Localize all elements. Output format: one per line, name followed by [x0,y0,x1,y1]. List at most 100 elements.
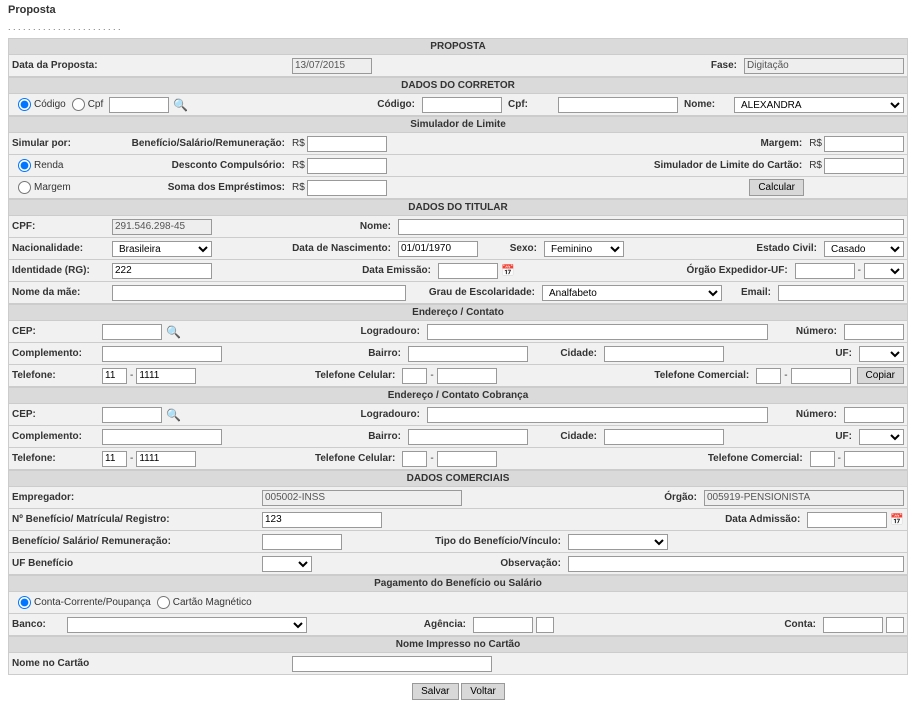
radio-conta[interactable] [18,596,31,609]
input-soma[interactable] [307,180,387,196]
label-email: Email: [725,286,775,299]
label-cep-cob: CEP: [9,408,99,421]
input-margem[interactable] [824,136,904,152]
input-nascimento[interactable] [398,241,478,257]
input-telcel-num-cob[interactable] [437,451,497,467]
input-telcom-ddd[interactable] [756,368,781,384]
input-beneficio-num[interactable] [262,512,382,528]
input-email[interactable] [778,285,904,301]
input-agencia-dv[interactable] [536,617,554,633]
input-logradouro[interactable] [427,324,768,340]
radio-codigo[interactable] [18,98,31,111]
input-logradouro-cob[interactable] [427,407,768,423]
label-empregador: Empregador: [9,491,259,504]
search-icon[interactable]: 🔍 [166,325,181,339]
breadcrumb: . . . . . . . . . . . . . . . . . . . . … [0,20,917,38]
input-conta[interactable] [823,617,883,633]
select-banco[interactable] [67,617,307,633]
input-bairro-cob[interactable] [408,429,528,445]
input-cep-cob[interactable] [102,407,162,423]
label-orgao-exp: Órgão Expedidor-UF: [518,264,792,277]
radio-renda[interactable] [18,159,31,172]
input-remun[interactable] [262,534,342,550]
label-obs: Observação: [315,557,565,570]
search-icon[interactable]: 🔍 [173,98,188,112]
input-codigo[interactable] [422,97,502,113]
input-tel-num-cob[interactable] [136,451,196,467]
prefix-rs: R$ [809,160,822,171]
label-ufben: UF Benefício [9,557,259,570]
label-telefone: Telefone: [9,369,99,382]
input-nome-titular[interactable] [398,219,904,235]
select-tipo[interactable] [568,534,668,550]
copiar-button[interactable]: Copiar [857,367,904,384]
prefix-rs: R$ [292,182,305,193]
calcular-button[interactable]: Calcular [749,179,804,196]
label-estadocivil: Estado Civil: [627,242,821,255]
input-tel-ddd-cob[interactable] [102,451,127,467]
input-beneficio-sim[interactable] [307,136,387,152]
calendar-icon[interactable]: 📅 [890,513,904,526]
section-comerciais: DADOS COMERCIAIS [8,470,908,487]
input-admissao[interactable] [807,512,887,528]
input-bairro[interactable] [408,346,528,362]
input-corretor-busca[interactable] [109,97,169,113]
search-icon[interactable]: 🔍 [166,408,181,422]
label-telcom: Telefone Comercial: [500,369,754,382]
input-orgao-exp[interactable] [795,263,855,279]
input-nome-cartao[interactable] [292,656,492,672]
label-mae: Nome da mãe: [9,286,109,299]
select-nome-corretor[interactable]: ALEXANDRA [734,97,904,113]
input-cep[interactable] [102,324,162,340]
input-telcel-ddd[interactable] [402,368,427,384]
prefix-rs: R$ [292,160,305,171]
input-telcom-ddd-cob[interactable] [810,451,835,467]
input-orgao-com [704,490,904,506]
label-radio-codigo: Código [34,99,66,110]
input-cidade[interactable] [604,346,724,362]
input-cidade-cob[interactable] [604,429,724,445]
voltar-button[interactable]: Voltar [461,683,505,700]
select-ufben[interactable] [262,556,312,572]
select-uf-cob[interactable] [859,429,904,445]
radio-cpf[interactable] [72,98,85,111]
select-nacionalidade[interactable]: Brasileira [112,241,212,257]
label-desconto: Desconto Compulsório: [109,159,289,172]
input-numero-cob[interactable] [844,407,904,423]
input-desconto[interactable] [307,158,387,174]
input-cpf-corretor[interactable] [558,97,678,113]
select-uf[interactable] [859,346,904,362]
label-telcom-cob: Telefone Comercial: [500,452,807,465]
salvar-button[interactable]: Salvar [412,683,458,700]
radio-margem[interactable] [18,181,31,194]
input-sim-cartao[interactable] [824,158,904,174]
input-agencia[interactable] [473,617,533,633]
label-nascimento: Data de Nascimento: [215,242,395,255]
input-complemento-cob[interactable] [102,429,222,445]
input-tel-num[interactable] [136,368,196,384]
input-conta-dv[interactable] [886,617,904,633]
input-mae[interactable] [112,285,406,301]
select-estadocivil[interactable]: Casado [824,241,904,257]
input-telcel-ddd-cob[interactable] [402,451,427,467]
select-orgao-uf[interactable] [864,263,904,279]
calendar-icon[interactable]: 📅 [501,264,515,277]
input-emissao[interactable] [438,263,498,279]
input-tel-ddd[interactable] [102,368,127,384]
select-escolaridade[interactable]: Analfabeto [542,285,722,301]
label-cidade: Cidade: [531,347,601,360]
label-nome-titular: Nome: [215,220,395,233]
label-escolaridade: Grau de Escolaridade: [409,286,539,299]
label-bairro-cob: Bairro: [225,430,405,443]
input-complemento[interactable] [102,346,222,362]
input-numero[interactable] [844,324,904,340]
input-identidade[interactable] [112,263,212,279]
input-telcom-num[interactable] [791,368,851,384]
label-soma: Soma dos Empréstimos: [109,181,289,194]
input-telcel-num[interactable] [437,368,497,384]
input-obs[interactable] [568,556,904,572]
radio-cartao-mag[interactable] [157,596,170,609]
label-admissao: Data Admissão: [385,513,804,526]
select-sexo[interactable]: Feminino [544,241,624,257]
input-telcom-num-cob[interactable] [844,451,904,467]
